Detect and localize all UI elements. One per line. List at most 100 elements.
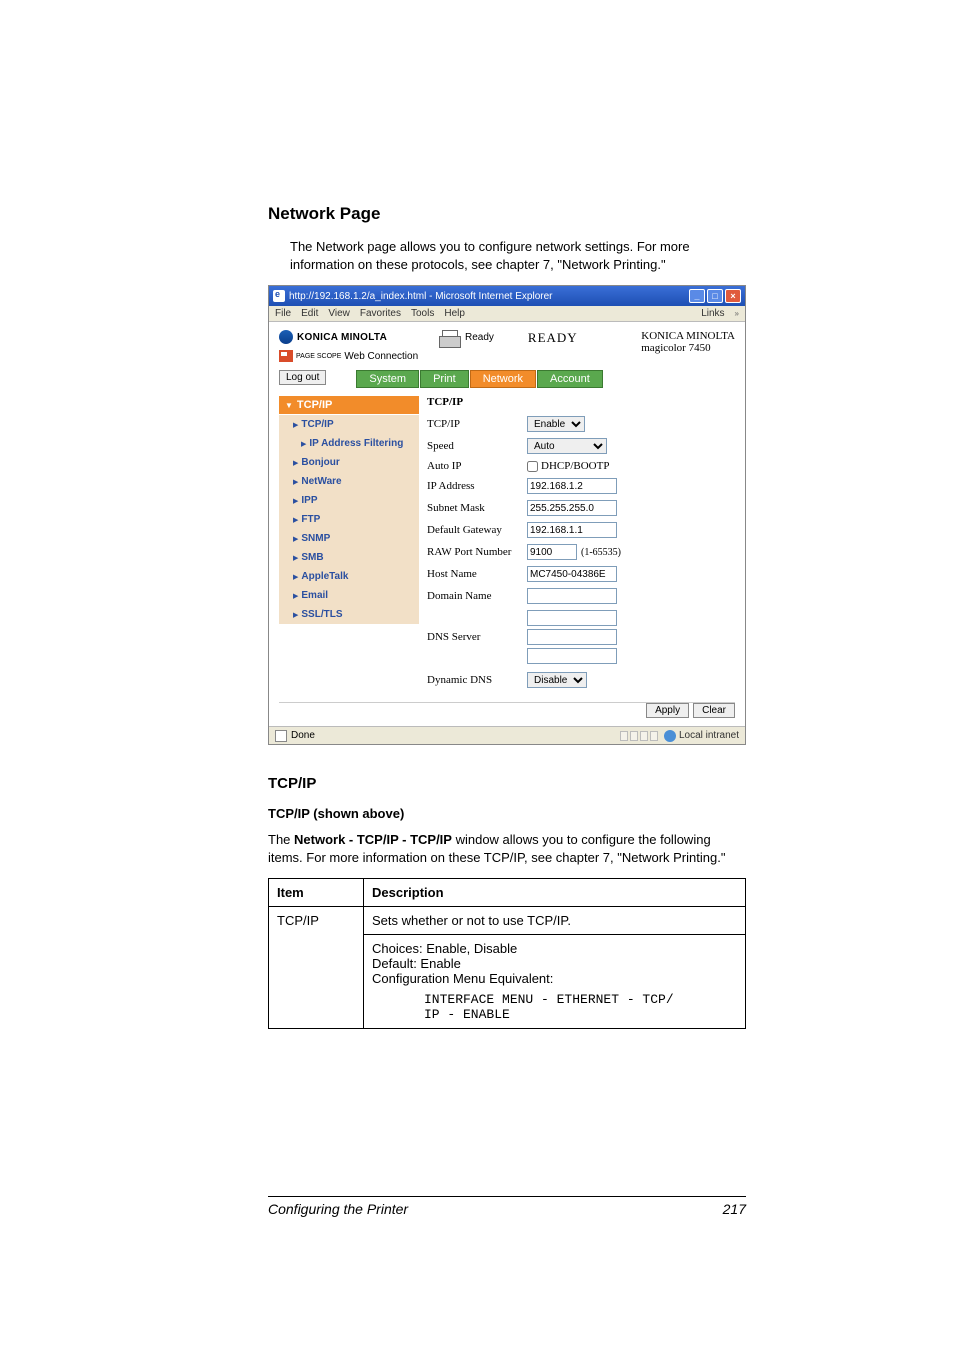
checkbox-dhcp[interactable]	[527, 461, 538, 472]
sidebar-item-label: TCP/IP	[301, 419, 333, 430]
statusbar: Done Local intranet	[269, 726, 745, 744]
status-done: Done	[291, 730, 315, 741]
logout-button[interactable]: Log out	[279, 370, 326, 385]
km-logo: KONICA MINOLTA	[279, 330, 429, 344]
km-brand-text: KONICA MINOLTA	[297, 332, 387, 343]
section-para: The Network - TCP/IP - TCP/IP window all…	[268, 831, 746, 866]
ready-status: READY	[528, 330, 578, 346]
km-globe-icon	[279, 330, 293, 344]
input-rawport[interactable]	[527, 544, 577, 560]
label-hostname: Host Name	[427, 568, 527, 580]
sidebar-item-label: SNMP	[301, 533, 330, 544]
td-desc1: Sets whether or not to use TCP/IP.	[364, 907, 746, 935]
tab-system[interactable]: System	[356, 370, 419, 388]
label-autoip: Auto IP	[427, 460, 527, 472]
page-footer: Configuring the Printer 217	[268, 1196, 746, 1217]
sidebar-item-ipfilter[interactable]: ▶IP Address Filtering	[279, 434, 419, 453]
input-dns3[interactable]	[527, 648, 617, 664]
input-hostname[interactable]	[527, 566, 617, 582]
input-dns2[interactable]	[527, 629, 617, 645]
tab-print[interactable]: Print	[420, 370, 469, 388]
minimize-button[interactable]: _	[689, 289, 705, 303]
section-h2: TCP/IP	[268, 775, 746, 792]
ready-small: Ready	[465, 332, 494, 343]
sidebar-item-netware[interactable]: ▶NetWare	[279, 472, 419, 491]
menu-favorites[interactable]: Favorites	[360, 308, 401, 319]
input-domain[interactable]	[527, 588, 617, 604]
input-gateway[interactable]	[527, 522, 617, 538]
page-heading: Network Page	[268, 204, 746, 224]
links-chevron-icon[interactable]: »	[735, 309, 739, 318]
sidebar-section-label: TCP/IP	[297, 399, 332, 411]
status-zone: Local intranet	[679, 730, 739, 741]
sidebar-item-label: Bonjour	[301, 457, 339, 468]
sidebar-item-ftp[interactable]: ▶FTP	[279, 510, 419, 529]
sidebar-item-snmp[interactable]: ▶SNMP	[279, 529, 419, 548]
label-dyndns: Dynamic DNS	[427, 674, 527, 686]
td-desc2: Choices: Enable, Disable Default: Enable…	[364, 935, 746, 1029]
th-item: Item	[269, 879, 364, 907]
menu-tools[interactable]: Tools	[411, 308, 434, 319]
links-label[interactable]: Links	[701, 308, 724, 319]
footer-left: Configuring the Printer	[268, 1201, 408, 1217]
model-brand: KONICA MINOLTA	[641, 330, 735, 342]
menu-view[interactable]: View	[328, 308, 350, 319]
sidebar-item-label: NetWare	[301, 476, 341, 487]
menu-edit[interactable]: Edit	[301, 308, 318, 319]
maximize-button[interactable]: □	[707, 289, 723, 303]
menu-file[interactable]: File	[275, 308, 291, 319]
row-mono1: INTERFACE MENU - ETHERNET - TCP/	[372, 992, 737, 1007]
label-rawport: RAW Port Number	[427, 546, 527, 558]
sidebar-item-appletalk[interactable]: ▶AppleTalk	[279, 567, 419, 586]
menu-help[interactable]: Help	[444, 308, 465, 319]
label-domain: Domain Name	[427, 590, 527, 602]
footer-right: 217	[723, 1201, 746, 1217]
intro-text: The Network page allows you to configure…	[268, 238, 746, 273]
row-choices: Choices: Enable, Disable	[372, 941, 737, 956]
select-dyndns[interactable]: Disable	[527, 672, 587, 688]
sidebar-item-bonjour[interactable]: ▶Bonjour	[279, 453, 419, 472]
sidebar-item-smb[interactable]: ▶SMB	[279, 548, 419, 567]
window-title: http://192.168.1.2/a_index.html - Micros…	[289, 291, 552, 302]
section-h3: TCP/IP (shown above)	[268, 806, 746, 821]
sidebar: ▼TCP/IP ▶TCP/IP ▶IP Address Filtering ▶B…	[279, 396, 419, 694]
label-speed: Speed	[427, 440, 527, 452]
close-button[interactable]: ×	[725, 289, 741, 303]
select-tcpip[interactable]: Enable	[527, 416, 585, 432]
sidebar-item-ssltls[interactable]: ▶SSL/TLS	[279, 605, 419, 624]
menubar: File Edit View Favorites Tools Help Link…	[269, 306, 745, 322]
row-cfg: Configuration Menu Equivalent:	[372, 971, 737, 986]
done-icon	[275, 730, 287, 742]
dhcp-label: DHCP/BOOTP	[541, 460, 609, 472]
apply-button[interactable]: Apply	[646, 703, 689, 718]
input-dns1[interactable]	[527, 610, 617, 626]
row-mono2: IP - ENABLE	[372, 1007, 737, 1022]
sidebar-item-label: IP Address Filtering	[309, 438, 403, 449]
input-subnet[interactable]	[527, 500, 617, 516]
pagescope-prefix: PAGE SCOPE	[296, 353, 341, 360]
clear-button[interactable]: Clear	[693, 703, 735, 718]
tab-account[interactable]: Account	[537, 370, 603, 388]
select-speed[interactable]: Auto	[527, 438, 607, 454]
rawport-range: (1-65535)	[581, 547, 621, 558]
input-ipaddr[interactable]	[527, 478, 617, 494]
doc-table: Item Description TCP/IP Sets whether or …	[268, 878, 746, 1029]
sidebar-item-label: AppleTalk	[301, 571, 348, 582]
pagescope-text: Web Connection	[344, 351, 418, 362]
label-tcpip: TCP/IP	[427, 418, 527, 430]
model-name: magicolor 7450	[641, 342, 735, 354]
label-dns: DNS Server	[427, 631, 527, 643]
sidebar-item-ipp[interactable]: ▶IPP	[279, 491, 419, 510]
tab-network[interactable]: Network	[470, 370, 536, 388]
sidebar-item-label: SSL/TLS	[301, 609, 342, 620]
th-desc: Description	[364, 879, 746, 907]
ie-icon	[273, 290, 285, 302]
td-item: TCP/IP	[269, 907, 364, 1029]
sidebar-item-tcpip[interactable]: ▶TCP/IP	[279, 415, 419, 434]
label-ipaddr: IP Address	[427, 480, 527, 492]
printer-icon	[439, 330, 459, 348]
label-subnet: Subnet Mask	[427, 502, 527, 514]
sidebar-section-tcpip[interactable]: ▼TCP/IP	[279, 396, 419, 414]
sidebar-item-label: IPP	[301, 495, 317, 506]
sidebar-item-email[interactable]: ▶Email	[279, 586, 419, 605]
